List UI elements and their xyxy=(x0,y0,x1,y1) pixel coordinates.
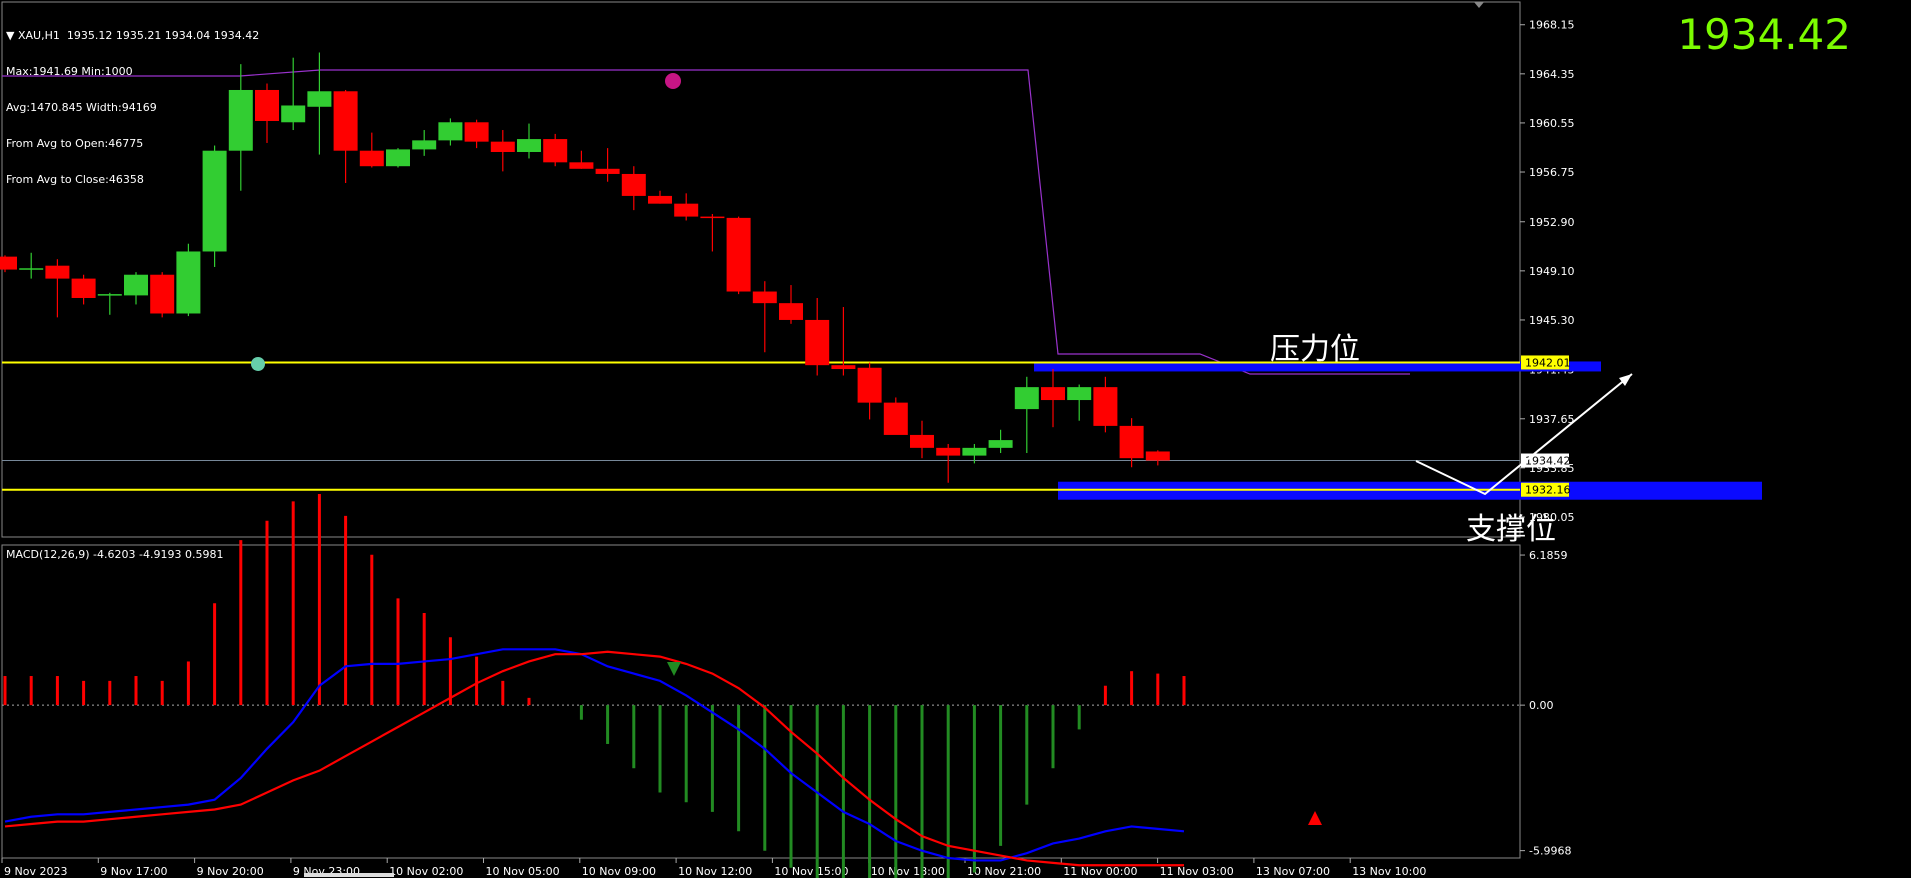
bear-candle xyxy=(45,265,70,279)
bull-candle xyxy=(97,294,122,296)
time-tick-label: 10 Nov 02:00 xyxy=(389,865,463,878)
info-avg-width: Avg:1470.845 Width:94169 xyxy=(6,101,157,114)
bull-candle xyxy=(988,440,1013,448)
time-tick-label: 13 Nov 10:00 xyxy=(1352,865,1426,878)
scroll-marker-icon xyxy=(1474,2,1484,8)
bear-candle xyxy=(569,162,594,169)
bear-candle xyxy=(910,434,934,448)
bear-candle xyxy=(674,203,699,217)
current-price-display: 1934.42 xyxy=(1677,10,1851,59)
time-tick-label: 9 Nov 2023 xyxy=(4,865,67,878)
time-tick-label: 11 Nov 00:00 xyxy=(1063,865,1137,878)
time-tick-label: 10 Nov 05:00 xyxy=(486,865,560,878)
price-tick-label: 1949.10 xyxy=(1529,265,1575,278)
bear-candle xyxy=(831,365,856,370)
bear-candle xyxy=(71,278,96,298)
bear-candle xyxy=(490,141,515,152)
bear-candle xyxy=(857,367,882,403)
macd-tick-label: -5.9968 xyxy=(1529,845,1571,858)
bear-candle xyxy=(700,216,725,219)
bull-candle xyxy=(307,91,332,107)
support-annotation: 支撑位 xyxy=(1466,512,1556,547)
bear-candle xyxy=(779,303,803,320)
time-tick-label: 13 Nov 07:00 xyxy=(1256,865,1330,878)
projection-path xyxy=(1415,373,1633,496)
chart-info: ▼ XAU,H1 1935.12 1935.21 1934.04 1934.42… xyxy=(6,6,259,198)
bull-candle xyxy=(124,274,148,296)
bull-candle xyxy=(962,447,987,456)
bear-candle xyxy=(1145,451,1170,461)
sell-arrow-icon xyxy=(667,662,681,676)
bear-candle xyxy=(648,195,672,204)
scrollbar-thumb xyxy=(304,873,394,877)
bear-candle xyxy=(595,168,620,174)
bear-candle xyxy=(883,402,908,435)
bear-candle xyxy=(726,217,751,292)
bull-candle xyxy=(19,268,44,270)
macd-tick-label: 6.1859 xyxy=(1529,549,1568,562)
price-tick-label: 1956.75 xyxy=(1529,166,1575,179)
time-tick-label: 9 Nov 20:00 xyxy=(197,865,264,878)
price-tick-label: 1952.90 xyxy=(1529,216,1575,229)
collapse-triangle-icon[interactable]: ▼ xyxy=(6,29,14,42)
chart-canvas[interactable]: 1968.15 1964.35 1960.55 1956.75 1952.90 1949.… xyxy=(0,0,1911,878)
bull-candle xyxy=(281,105,306,123)
info-max-min: Max:1941.69 Min:1000 xyxy=(6,65,133,78)
price-tick-label: 1964.35 xyxy=(1529,68,1575,81)
bear-candle xyxy=(464,122,489,142)
bull-candle xyxy=(176,251,201,314)
bull-candle xyxy=(1014,387,1039,410)
time-tick-label: 10 Nov 12:00 xyxy=(678,865,752,878)
bull-candle xyxy=(386,149,410,167)
info-avg-open: From Avg to Open:46775 xyxy=(6,137,144,150)
time-tick-label: 10 Nov 18:00 xyxy=(871,865,945,878)
macd-pane-frame xyxy=(1,544,1521,859)
bull-candle xyxy=(438,122,463,141)
symbol-line: XAU,H1 1935.12 1935.21 1934.04 1934.42 xyxy=(17,29,260,42)
bear-candle xyxy=(543,139,568,163)
bull-candle xyxy=(412,140,437,150)
bear-candle xyxy=(1119,425,1144,459)
bull-candle xyxy=(1067,387,1092,401)
time-tick-label: 10 Nov 21:00 xyxy=(967,865,1041,878)
bear-candle xyxy=(805,319,830,366)
bear-candle xyxy=(752,291,777,304)
bear-candle xyxy=(333,91,358,151)
bear-candle xyxy=(359,150,384,167)
price-tick-label: 1960.55 xyxy=(1529,117,1575,130)
time-tick-label: 9 Nov 17:00 xyxy=(100,865,167,878)
bull-candle xyxy=(517,139,541,152)
time-tick-label: 10 Nov 09:00 xyxy=(582,865,656,878)
macd-main-line xyxy=(4,648,1185,862)
info-avg-close: From Avg to Close:46358 xyxy=(6,173,144,186)
level-label-1: 1932.16 xyxy=(1525,484,1571,497)
price-tick-label: 1937.65 xyxy=(1529,413,1575,426)
time-tick-label: 10 Nov 15:00 xyxy=(774,865,848,878)
macd-label: MACD(12,26,9) -4.6203 -4.9193 0.5981 xyxy=(6,548,224,561)
buy-arrow-icon xyxy=(1308,811,1322,825)
bear-candle xyxy=(936,447,961,456)
bear-candle xyxy=(1093,387,1118,426)
bear-candle xyxy=(621,173,646,196)
bear-candle xyxy=(150,274,175,314)
price-tick-label: 1945.30 xyxy=(1529,314,1575,327)
bear-candle xyxy=(0,256,17,270)
level-label-0: 1942.01 xyxy=(1525,356,1571,369)
time-tick-label: 11 Nov 03:00 xyxy=(1160,865,1234,878)
bear-candle xyxy=(1041,387,1065,401)
macd-signal-line xyxy=(4,650,1184,867)
price-tick-label: 1968.15 xyxy=(1529,19,1575,32)
resistance-annotation: 压力位 xyxy=(1270,332,1360,367)
macd-tick-label: 0.00 xyxy=(1529,699,1554,712)
fractal-up-icon xyxy=(665,73,681,89)
fractal-down-icon xyxy=(251,357,265,371)
